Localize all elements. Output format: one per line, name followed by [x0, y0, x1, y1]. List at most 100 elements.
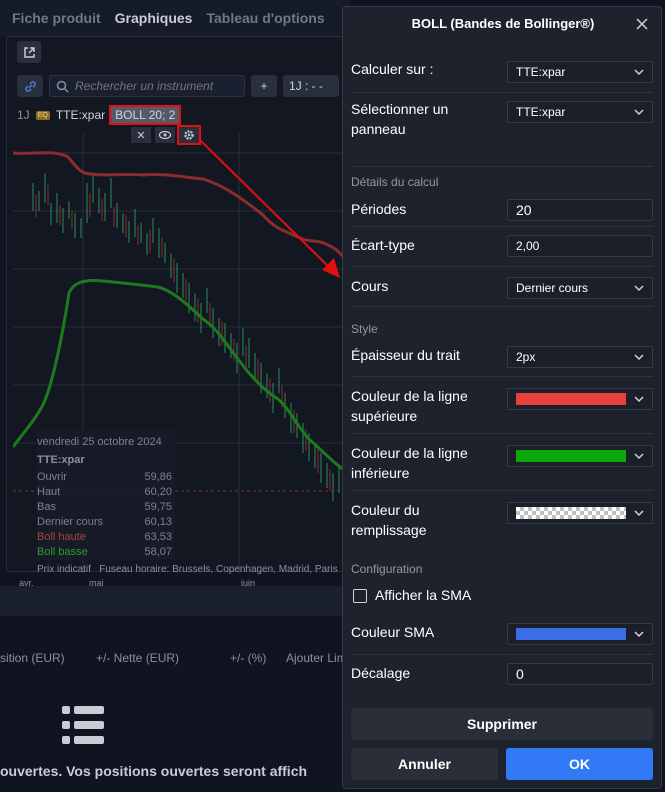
chart-footnote: Prix indicatif Fuseau horaire: Brussels,…: [37, 564, 338, 575]
price-value: Dernier cours: [516, 281, 589, 295]
line-width-row: Épaisseur du trait 2px: [351, 339, 653, 377]
chevron-down-icon: [634, 109, 644, 116]
link-button[interactable]: [17, 75, 43, 97]
periods-input[interactable]: 20: [507, 199, 653, 221]
stddev-input[interactable]: 2,00: [507, 235, 653, 257]
tooltip-value: 60,20: [144, 486, 172, 498]
ok-button[interactable]: OK: [506, 748, 653, 780]
tooltip-label: Bas: [37, 501, 56, 513]
panel-value: TTE:xpar: [516, 105, 566, 119]
chevron-down-icon: [634, 631, 644, 638]
tooltip-date: vendredi 25 octobre 2024: [37, 436, 162, 448]
dialog-title: BOLL (Bandes de Bollinger®): [411, 16, 595, 31]
list-icon: [62, 706, 104, 744]
fill-color-row: Couleur du remplissage: [351, 491, 653, 547]
col-add-limit: Ajouter Lim: [286, 651, 347, 665]
col-position: sition (EUR): [0, 651, 65, 665]
chevron-down-icon: [634, 453, 644, 460]
legend-symbol: TTE:xpar: [55, 108, 106, 122]
sma-color-swatch: [516, 628, 626, 640]
price-label: Cours: [351, 278, 389, 294]
panel-row: Sélectionner un panneau TTE:xpar: [351, 93, 653, 167]
chevron-down-icon: [634, 69, 644, 76]
sma-checkbox[interactable]: [353, 589, 367, 603]
chart-legend: 1J EQ TTE:xpar BOLL 20; 2: [17, 105, 182, 125]
col-percent: +/- (%): [230, 651, 267, 665]
tooltip-label: Dernier cours: [37, 516, 104, 528]
top-tabs: Fiche produit Graphiques Tableau d'optio…: [0, 0, 350, 36]
tab-graphiques[interactable]: Graphiques: [115, 10, 193, 26]
bollinger-upper-line: [13, 151, 349, 265]
external-link-button[interactable]: [17, 41, 41, 63]
panel-select[interactable]: TTE:xpar: [507, 101, 653, 123]
col-net-change: +/- Nette (EUR): [96, 651, 180, 665]
tooltip-row: Ouvrir 59,86: [37, 470, 172, 485]
upper-color-select[interactable]: [507, 388, 653, 410]
lower-bar: [0, 586, 350, 616]
sma-color-row: Couleur SMA: [351, 613, 653, 655]
tooltip-value: 59,75: [144, 501, 172, 513]
section-calc-details: Détails du calcul: [351, 175, 439, 189]
calc-on-select[interactable]: TTE:xpar: [507, 61, 653, 83]
sma-color-select[interactable]: [507, 623, 653, 645]
lower-color-label: Couleur de la ligne inférieure: [351, 445, 468, 481]
section-style: Style: [351, 322, 378, 336]
indicator-label[interactable]: BOLL 20; 2: [109, 105, 182, 125]
legend-timeframe: 1J: [17, 108, 30, 122]
offset-label: Décalage: [351, 665, 411, 681]
data-tooltip: vendredi 25 octobre 2024 TTE:xpar Ouvrir…: [37, 430, 175, 560]
timezone-text: Fuseau horaire: Brussels, Copenhagen, Ma…: [99, 564, 338, 575]
tooltip-value: 60,13: [144, 516, 172, 528]
chart-panel: + 1J : - - 1J EQ TTE:xpar BOLL 20; 2 ✕: [6, 36, 351, 588]
line-width-label: Épaisseur du trait: [351, 347, 460, 363]
upper-color-label: Couleur de la ligne supérieure: [351, 388, 468, 424]
close-icon[interactable]: [634, 16, 650, 32]
stddev-row: Écart-type 2,00: [351, 227, 653, 267]
sma-toggle-row: Afficher la SMA: [351, 581, 653, 613]
tooltip-row: Boll haute 63,53: [37, 530, 172, 545]
fill-color-select[interactable]: [507, 502, 653, 524]
fill-color-label: Couleur du remplissage: [351, 502, 427, 538]
tooltip-row: Dernier cours 60,13: [37, 515, 172, 530]
equity-badge: EQ: [35, 110, 50, 120]
price-select[interactable]: Dernier cours: [507, 277, 653, 299]
chevron-down-icon: [634, 285, 644, 292]
cancel-button[interactable]: Annuler: [351, 748, 498, 780]
search-icon: [56, 80, 69, 93]
section-config: Configuration: [351, 562, 423, 576]
chevron-down-icon: [634, 354, 644, 361]
fill-color-swatch: [516, 507, 626, 519]
external-link-icon: [23, 46, 35, 58]
tooltip-label: Boll basse: [37, 546, 88, 558]
boll-settings-dialog: BOLL (Bandes de Bollinger®) Calculer sur…: [342, 6, 662, 789]
tooltip-label: Boll haute: [37, 531, 86, 543]
tooltip-row: Bas 59,75: [37, 500, 172, 515]
line-width-select[interactable]: 2px: [507, 346, 653, 368]
add-button[interactable]: +: [251, 75, 277, 97]
offset-row: Décalage 0: [351, 655, 653, 695]
calc-on-label: Calculer sur :: [351, 61, 434, 77]
line-width-value: 2px: [516, 350, 536, 364]
calc-on-row: Calculer sur : TTE:xpar: [351, 51, 653, 93]
lower-color-row: Couleur de la ligne inférieure: [351, 434, 653, 491]
tab-tableau-options[interactable]: Tableau d'options: [206, 10, 324, 26]
instrument-search[interactable]: [49, 75, 245, 97]
link-icon: [24, 80, 36, 92]
upper-color-row: Couleur de la ligne supérieure: [351, 377, 653, 434]
search-input[interactable]: [75, 79, 235, 93]
sma-color-label: Couleur SMA: [351, 624, 435, 640]
tooltip-label: Haut: [37, 486, 61, 498]
price-row: Cours Dernier cours: [351, 267, 653, 307]
delete-button[interactable]: Supprimer: [351, 708, 653, 740]
timeframe-select[interactable]: 1J : - -: [283, 75, 339, 97]
tooltip-row: Haut 60,20: [37, 485, 172, 500]
periods-row: Périodes 20: [351, 191, 653, 227]
chart-toolbar: + 1J : - -: [17, 73, 351, 99]
tooltip-value: 59,86: [144, 471, 172, 483]
tooltip-symbol: TTE:xpar: [37, 454, 85, 466]
lower-color-select[interactable]: [507, 445, 653, 467]
offset-input[interactable]: 0: [507, 663, 653, 685]
lower-color-swatch: [516, 450, 626, 462]
stddev-label: Écart-type: [351, 237, 415, 253]
tab-fiche-produit[interactable]: Fiche produit: [12, 10, 101, 26]
